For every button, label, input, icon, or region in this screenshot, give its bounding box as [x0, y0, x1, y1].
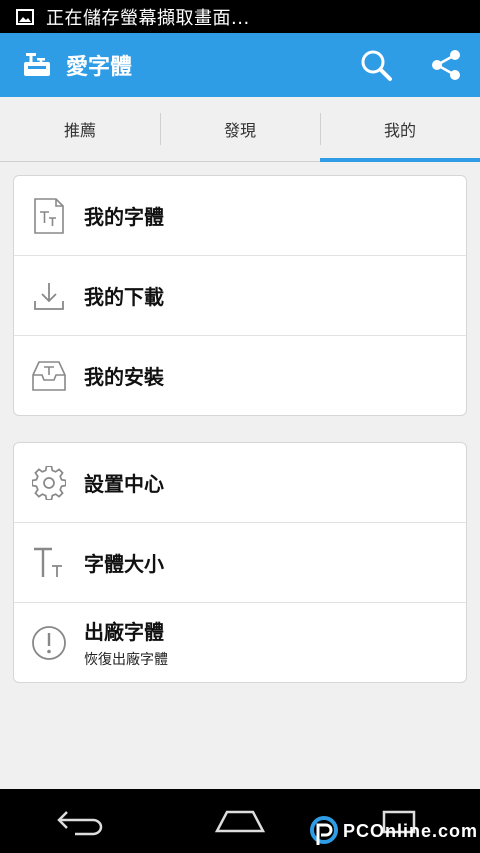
settings-card: 設置中心 字體大小 出廠字體 恢復出廠字體 — [13, 442, 467, 683]
back-button[interactable] — [50, 801, 110, 841]
download-icon — [31, 278, 67, 314]
list-item-label: 我的下載 — [84, 285, 164, 309]
app-title: 愛字體 — [66, 55, 133, 80]
info-icon — [31, 625, 67, 661]
my-items-card: 我的字體 我的下載 我的安裝 — [13, 175, 467, 416]
list-item-text: 出廠字體 恢復出廠字體 — [84, 616, 168, 669]
list-item-font-size[interactable]: 字體大小 — [14, 523, 466, 603]
font-app-logo-icon — [22, 50, 52, 80]
search-icon — [361, 50, 392, 81]
tab-discover[interactable]: 發現 — [160, 97, 320, 161]
status-bar: 正在儲存螢幕擷取畫面... — [0, 0, 480, 33]
list-item-my-downloads[interactable]: 我的下載 — [14, 256, 466, 336]
watermark-text: PCOnline.com — [342, 820, 478, 841]
watermark-logo-icon — [309, 816, 338, 845]
list-item-label: 出廠字體 — [84, 620, 164, 644]
home-icon — [214, 810, 266, 833]
list-item-my-installs[interactable]: 我的安裝 — [14, 336, 466, 415]
list-item-label: 我的字體 — [84, 205, 164, 229]
gear-icon — [31, 465, 67, 501]
list-item-label: 我的安裝 — [84, 365, 164, 389]
home-button[interactable] — [210, 801, 270, 841]
tab-recommend[interactable]: 推薦 — [0, 97, 160, 161]
image-icon — [16, 8, 34, 25]
list-item-sublabel: 恢復出廠字體 — [84, 652, 168, 668]
watermark: PCOnline.com — [309, 815, 478, 847]
tab-mine[interactable]: 我的 — [320, 97, 480, 162]
list-item-factory-fonts[interactable]: 出廠字體 恢復出廠字體 — [14, 603, 466, 682]
install-tray-icon — [31, 358, 67, 394]
font-file-icon — [31, 197, 67, 234]
list-item-settings[interactable]: 設置中心 — [14, 443, 466, 523]
list-item-label: 字體大小 — [84, 552, 164, 576]
status-notification-text: 正在儲存螢幕擷取畫面... — [46, 7, 250, 29]
app-bar: 愛字體 — [0, 33, 480, 97]
back-icon — [57, 811, 103, 836]
share-button[interactable] — [426, 45, 466, 85]
share-icon — [432, 50, 460, 80]
font-size-icon — [31, 545, 67, 581]
list-item-my-fonts[interactable]: 我的字體 — [14, 176, 466, 256]
search-button[interactable] — [356, 45, 396, 85]
list-item-label: 設置中心 — [84, 472, 164, 496]
tab-bar: 推薦 發現 我的 — [0, 97, 480, 162]
